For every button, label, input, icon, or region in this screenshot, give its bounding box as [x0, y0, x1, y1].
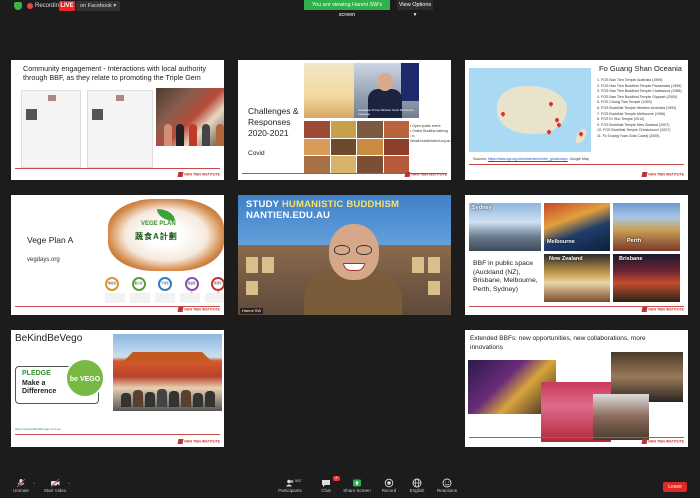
video-tile-bekind[interactable]: BeKindBeVego PLEDGE Make a Difference be …	[11, 330, 224, 447]
share-screen-label: Share Screen	[343, 488, 371, 493]
globe-icon	[412, 478, 422, 488]
video-tile-vege-plan[interactable]: Vege Plan A vegdays.org VEGE PLAN 蔬食A計劃 …	[11, 195, 224, 315]
participant-name: Hanmi SW	[240, 308, 264, 314]
slide-title: BeKindBeVego	[15, 333, 83, 344]
slide-title: Community engagement - Interactions with…	[23, 64, 206, 82]
video-options-caret[interactable]: ^	[68, 481, 70, 486]
top-bar: Recording LIVE on Facebook ▾ You are vie…	[0, 0, 700, 18]
temple-group-photo	[113, 334, 222, 411]
principle-circle: 健康生活	[211, 277, 224, 295]
participants-label: Participants	[278, 488, 302, 493]
slide-subtitle: Covid	[248, 150, 265, 157]
chat-bubble-icon	[322, 480, 330, 487]
letter-image	[87, 90, 153, 168]
nan-tien-logo: NAN TIEN INSTITUTE	[404, 172, 447, 177]
ceremony-photo	[156, 88, 224, 146]
english-interpretation-button[interactable]: English	[406, 477, 428, 497]
principle-circle: 勸止殺	[131, 277, 146, 291]
start-video-button[interactable]: Start Video	[40, 477, 70, 497]
be-vego-logo: be VEGO	[65, 358, 105, 398]
slide-title: Challenges & Responses 2020-2021	[248, 106, 299, 138]
live-platform-dropdown[interactable]: on Facebook ▾	[76, 1, 121, 11]
participants-button[interactable]: Participants 597	[276, 477, 304, 497]
chat-label: Chat	[321, 488, 331, 493]
sources-link[interactable]: https://www.fgs.org.tw/en/center/center_…	[488, 157, 568, 161]
video-tile-community-engagement[interactable]: Community engagement - Interactions with…	[11, 60, 224, 180]
site-link: vegdays.org	[27, 257, 60, 263]
virtual-background-banner: STUDY HUMANISTIC BUDDHISM NANTIEN.EDU.AU	[246, 199, 400, 221]
video-tile-fgs-oceania[interactable]: Fo Guang Shan Oceania 1. FGS Nan Tien Te…	[465, 60, 688, 180]
record-button[interactable]: Record	[378, 477, 400, 497]
reactions-label: Reactions	[436, 488, 457, 493]
nan-tien-logo: NAN TIEN INSTITUTE	[177, 172, 220, 177]
australia-shape	[497, 86, 567, 134]
reactions-button[interactable]: Reactions	[434, 477, 460, 497]
nan-tien-logo: NAN TIEN INSTITUTE	[641, 307, 684, 312]
live-platform-label: on Facebook	[80, 3, 112, 9]
principle-circle: 轉意識	[105, 277, 119, 291]
start-video-label: Start Video	[43, 488, 67, 493]
melbourne-photo: Melbourne	[544, 203, 610, 251]
recording-dot-icon	[27, 3, 33, 9]
nan-tien-logo: NAN TIEN INSTITUTE	[641, 172, 684, 177]
video-tile-covid[interactable]: Challenges & Responses 2020-2021 Covid A…	[238, 60, 451, 180]
glasses	[334, 245, 374, 255]
nan-tien-logo: NAN TIEN INSTITUTE	[641, 439, 684, 444]
view-options-button[interactable]: View Options ▾	[397, 0, 433, 18]
banner-highlight: HUMANISTIC BUDDHISM	[281, 199, 400, 210]
principle-tags	[105, 293, 224, 303]
chat-button[interactable]: 8 Chat	[316, 476, 340, 497]
new-zealand-photo: New Zealand	[544, 254, 610, 302]
principle-circle: 不食生	[158, 277, 172, 291]
microphone-muted-icon	[16, 478, 26, 488]
english-label: English	[409, 488, 425, 493]
letter-image	[21, 90, 81, 168]
brisbane-photo: Brisbane	[613, 254, 680, 302]
chat-badge: 8	[333, 476, 340, 481]
covid-bullets: Open public event Online Buddha bathing …	[410, 124, 451, 144]
vege-plan-logo-chinese: 蔬食A計劃	[135, 232, 178, 241]
principle-circles: 轉意識 勸止殺 不食生 保護環境 健康生活	[105, 277, 224, 295]
zoom-window: Recording LIVE on Facebook ▾ You are vie…	[0, 0, 700, 498]
nan-tien-logo: NAN TIEN INSTITUTE	[177, 439, 220, 444]
perth-photo: Perth	[613, 203, 680, 251]
principle-circle: 保護環境	[184, 277, 199, 295]
viewing-screen-banner: You are viewing Hanmi SW's screen	[304, 0, 390, 18]
video-tile-speaker[interactable]: STUDY HUMANISTIC BUDDHISM NANTIEN.EDU.AU…	[238, 195, 451, 315]
share-screen-button[interactable]: Share Screen	[342, 477, 372, 497]
oceania-map	[469, 68, 591, 152]
slide-title: Vege Plan A	[27, 235, 74, 245]
unmute-label: Unmute	[13, 488, 29, 493]
event-photo-grid	[304, 121, 409, 173]
slide-title: Extended BBFs: new opportunities, new co…	[470, 335, 646, 351]
slide-body-text: BBF in public space (Auckland (NZ), Bris…	[473, 260, 538, 293]
participants-icon	[286, 479, 294, 487]
record-label: Record	[381, 488, 397, 493]
sydney-photo: Sydney	[469, 203, 541, 251]
security-shield-icon[interactable]	[14, 2, 22, 10]
participants-count: 597	[295, 478, 302, 483]
camera-off-icon	[50, 478, 60, 488]
leave-button[interactable]: Leave	[663, 482, 687, 492]
pm-message-photo: Australian Prime Minister Scott Morrison…	[304, 63, 419, 118]
smiley-icon	[442, 478, 452, 488]
video-tile-extended-bbf[interactable]: Extended BBFs: new opportunities, new co…	[465, 330, 688, 447]
temple-list: 1. FGS Nan Tien Temple Australia (1995) …	[597, 78, 682, 138]
vege-plan-logo: VEGE PLAN	[141, 221, 176, 227]
share-screen-icon	[353, 479, 361, 487]
audio-options-caret[interactable]: ^	[33, 481, 35, 486]
slide-title: Fo Guang Shan Oceania	[599, 64, 682, 73]
nan-tien-logo: NAN TIEN INSTITUTE	[177, 307, 220, 312]
live-badge[interactable]: LIVE	[59, 1, 75, 11]
record-icon	[384, 478, 394, 488]
sources-line: Sources: https://www.fgs.org.tw/en/cente…	[473, 157, 589, 161]
view-options-label: View Options	[398, 2, 432, 8]
bekind-link[interactable]: https://www.bekindbevego.com.au	[15, 427, 61, 431]
event-photo	[593, 394, 649, 440]
meeting-toolbar: Unmute ^ Start Video ^ Participants 597 …	[0, 476, 700, 498]
unmute-button[interactable]: Unmute	[8, 477, 34, 497]
video-tile-bbf-public[interactable]: Sydney Melbourne Perth New Zealand Brisb…	[465, 195, 688, 315]
